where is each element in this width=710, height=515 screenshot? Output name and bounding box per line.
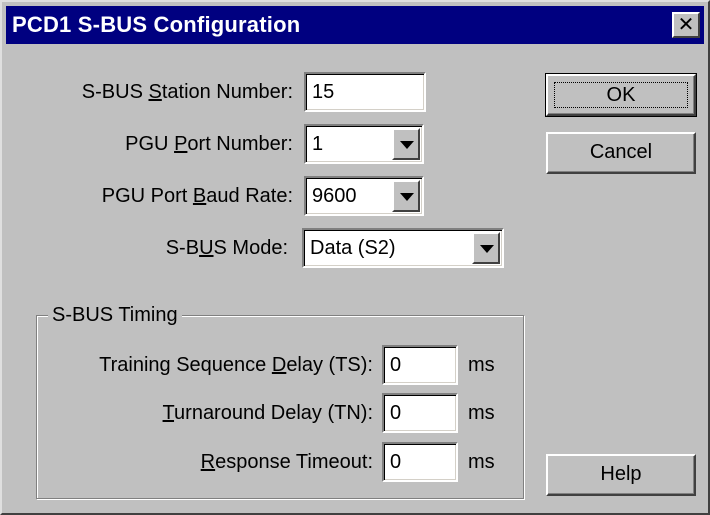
close-button[interactable]: ✕	[672, 12, 700, 38]
turnaround-delay-value: 0	[390, 402, 402, 424]
station-number-value: 15	[312, 81, 335, 103]
pgu-port-number-value: 1	[312, 133, 324, 155]
close-icon: ✕	[677, 14, 695, 36]
cancel-button-label: Cancel	[589, 141, 653, 163]
help-button[interactable]: Help	[546, 454, 696, 496]
sbus-mode-select[interactable]: Data (S2)	[302, 228, 504, 268]
training-delay-label: Training Sequence Delay (TS):	[99, 354, 373, 376]
training-delay-input[interactable]: 0	[382, 345, 458, 385]
sbus-mode-value: Data (S2)	[310, 237, 396, 259]
station-number-label: S-BUS Station Number:	[81, 81, 293, 103]
ok-button-label: OK	[554, 82, 688, 108]
training-delay-unit: ms	[468, 354, 495, 376]
chevron-down-icon[interactable]	[392, 128, 420, 160]
help-button-label: Help	[600, 463, 642, 485]
cancel-button[interactable]: Cancel	[546, 132, 696, 174]
pgu-port-number-label: PGU Port Number:	[125, 133, 293, 155]
training-delay-value: 0	[390, 354, 402, 376]
response-timeout-unit: ms	[468, 451, 495, 473]
response-timeout-value: 0	[390, 451, 402, 473]
chevron-down-icon[interactable]	[472, 232, 500, 264]
baud-rate-label: PGU Port Baud Rate:	[101, 185, 293, 207]
title-bar[interactable]: PCD1 S-BUS Configuration ✕	[6, 6, 704, 44]
ok-button[interactable]: OK	[545, 73, 697, 117]
response-timeout-input[interactable]: 0	[382, 442, 458, 482]
turnaround-delay-input[interactable]: 0	[382, 393, 458, 433]
station-number-input[interactable]: 15	[304, 72, 426, 112]
pgu-port-number-select[interactable]: 1	[304, 124, 424, 164]
baud-rate-select[interactable]: 9600	[304, 176, 424, 216]
sbus-timing-title: S-BUS Timing	[48, 302, 182, 328]
chevron-down-icon[interactable]	[392, 180, 420, 212]
response-timeout-label: Response Timeout:	[200, 451, 373, 473]
turnaround-delay-label: Turnaround Delay (TN):	[162, 402, 373, 424]
window-title: PCD1 S-BUS Configuration	[12, 12, 301, 37]
sbus-mode-label: S-BUS Mode:	[165, 237, 288, 259]
turnaround-delay-unit: ms	[468, 402, 495, 424]
baud-rate-value: 9600	[312, 185, 357, 207]
dialog-window: PCD1 S-BUS Configuration ✕ S-BUS Station…	[0, 0, 710, 515]
